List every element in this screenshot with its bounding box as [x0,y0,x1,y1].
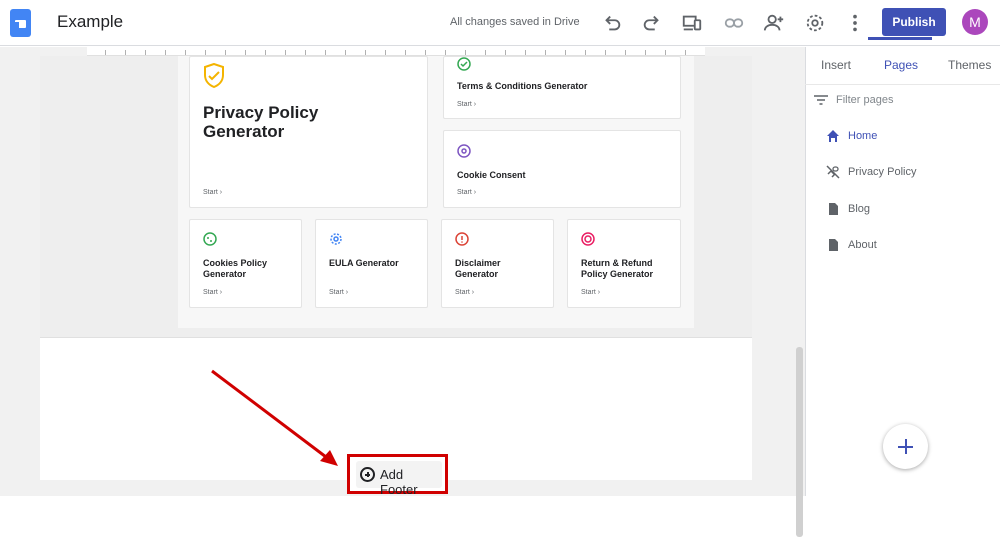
tab-pages[interactable]: Pages [884,58,918,72]
publish-button[interactable]: Publish [882,8,946,36]
page-icon [829,239,838,251]
preview-devices-icon[interactable] [681,12,703,34]
disclaimer-card[interactable]: Disclaimer Generator Start › [441,219,554,308]
link-icon[interactable] [723,12,745,34]
terms-card[interactable]: Terms & Conditions Generator Start › [443,56,681,119]
undo-icon[interactable] [601,12,623,34]
page-label: Blog [848,203,871,215]
card-start-link[interactable]: Start › [203,189,222,196]
editor-canvas[interactable]: Privacy Policy Generator Start › Terms &… [0,47,805,537]
card-start-link[interactable]: Start › [329,289,348,296]
card-title: Terms & Conditions Generator [457,81,588,91]
cards-container: Privacy Policy Generator Start › Terms &… [178,56,694,328]
top-bar: Example All changes saved in Drive Publi… [0,0,1000,46]
tab-themes[interactable]: Themes [948,58,991,72]
add-circle-icon [360,467,375,482]
return-refund-card[interactable]: Return & Refund Policy Generator Start › [567,219,681,308]
card-start-link[interactable]: Start › [203,289,222,296]
eula-card[interactable]: EULA Generator Start › [315,219,428,308]
avatar[interactable]: M [962,9,988,35]
card-title: Disclaimer Generator [455,258,501,279]
card-start-link[interactable]: Start › [455,289,474,296]
canvas-scrollbar[interactable] [796,347,803,537]
page-label: Home [848,130,878,142]
gear-icon [330,233,342,245]
filter-pages-input[interactable]: Filter pages [836,94,893,106]
page-label: About [848,239,877,251]
content-section[interactable]: Privacy Policy Generator Start › Terms &… [40,56,752,338]
active-tab-indicator [868,37,932,40]
share-icon[interactable] [763,12,785,34]
page-icon [829,203,838,215]
tab-insert[interactable]: Insert [821,58,851,72]
card-start-link[interactable]: Start › [457,189,476,196]
save-status: All changes saved in Drive [450,16,580,28]
ruler [87,47,705,56]
cookie-icon [203,232,217,246]
card-title: EULA Generator [329,258,399,268]
add-footer-button[interactable]: Add Footer [356,461,442,497]
card-start-link[interactable]: Start › [581,289,600,296]
settings-icon[interactable] [804,12,826,34]
add-footer-highlight: Add Footer [347,454,448,497]
privacy-policy-card[interactable]: Privacy Policy Generator Start › [189,56,428,208]
redo-icon[interactable] [641,12,663,34]
cookie-consent-card[interactable]: Cookie Consent Start › [443,130,681,208]
cookies-policy-card[interactable]: Cookies Policy Generator Start › [189,219,302,308]
card-title: Return & Refund Policy Generator [581,258,654,279]
card-start-link[interactable]: Start › [457,101,476,108]
google-sites-logo-icon[interactable] [10,9,31,37]
home-icon [827,130,839,142]
filter-icon [814,95,828,105]
hidden-link-icon [826,165,840,179]
card-title: Cookies Policy Generator [203,258,268,279]
card-title: Cookie Consent [457,170,526,180]
card-title: Privacy Policy Generator [203,103,319,141]
add-footer-label: Add Footer [380,467,418,497]
page-label: Privacy Policy [848,166,917,178]
alert-icon [455,232,469,246]
add-page-button[interactable] [883,424,928,469]
shield-check-icon [204,63,224,89]
more-vert-icon[interactable] [844,12,866,34]
cookie-consent-icon [457,144,471,158]
site-title[interactable]: Example [57,12,123,32]
check-circle-icon [457,57,471,71]
target-icon [581,232,595,246]
divider [805,84,1000,85]
